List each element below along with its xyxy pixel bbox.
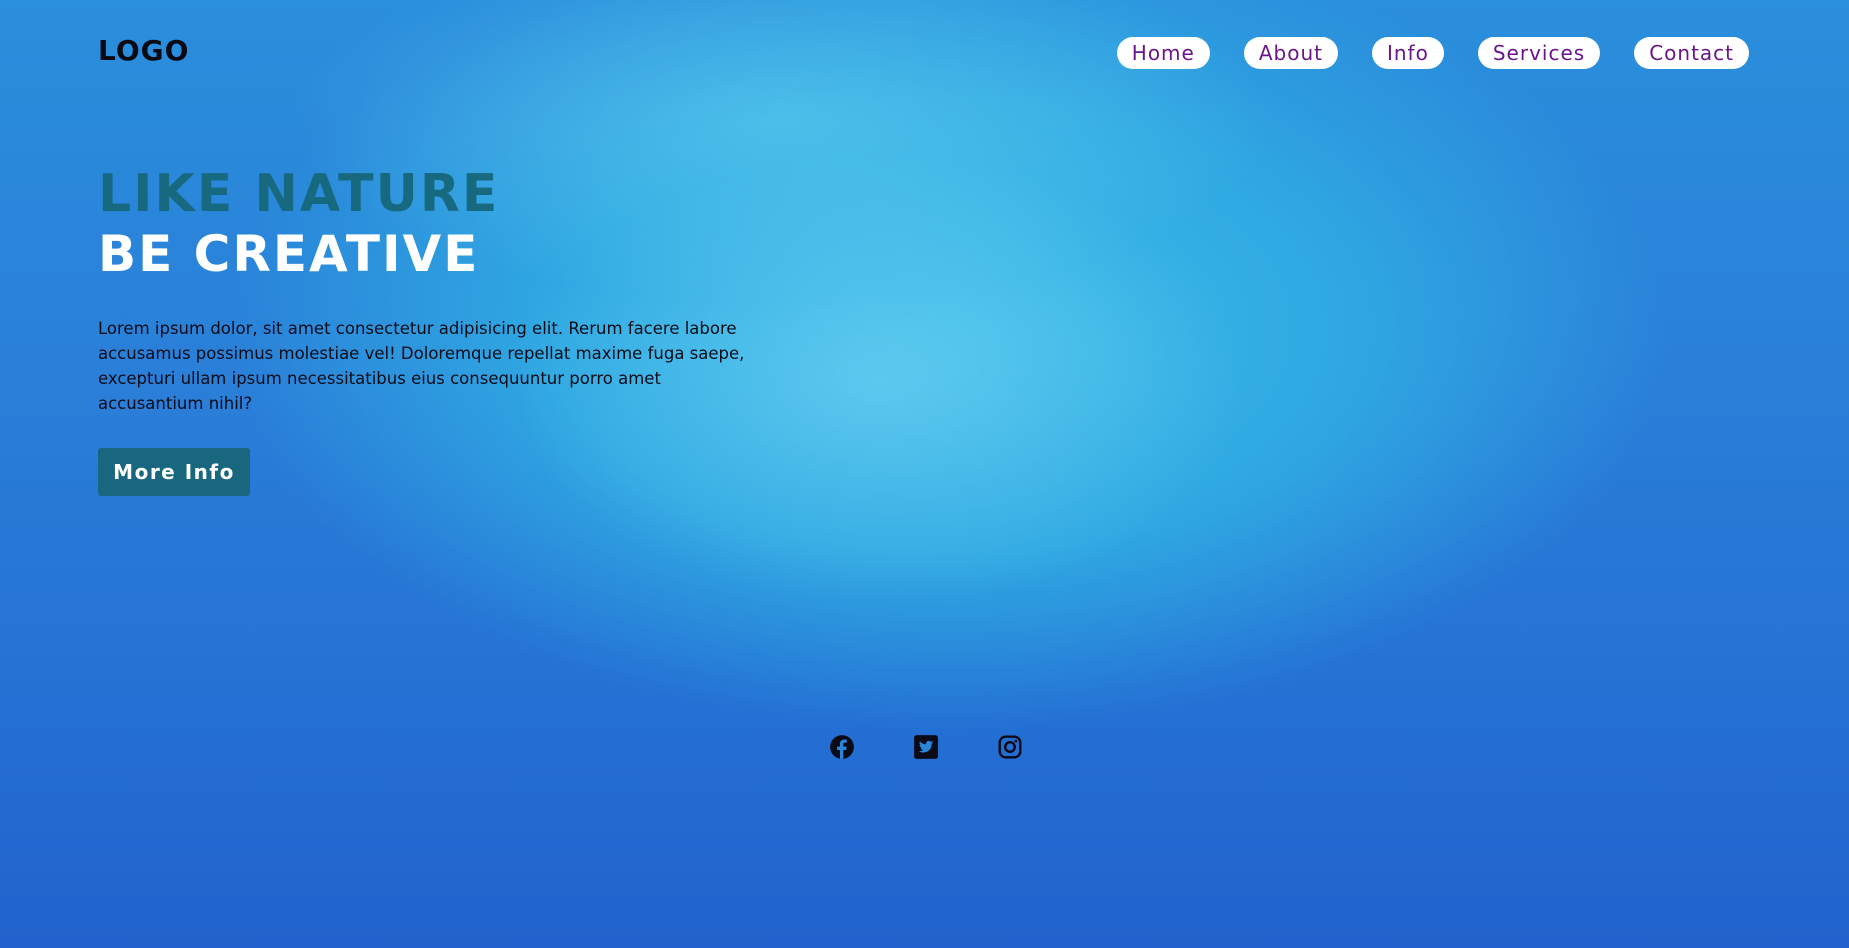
facebook-icon[interactable] — [829, 734, 855, 760]
nav-link-home[interactable]: Home — [1116, 37, 1210, 69]
main-nav: Home About Info Services Contact — [1116, 37, 1749, 69]
twitter-icon[interactable] — [913, 734, 939, 760]
nav-link-about[interactable]: About — [1243, 37, 1338, 69]
hero-section: LIKE NATURE BE CREATIVE Lorem ipsum dolo… — [98, 164, 758, 433]
hero-title-line1: LIKE NATURE — [98, 164, 500, 224]
hero-title-line2: BE CREATIVE — [98, 225, 480, 283]
nav-link-info[interactable]: Info — [1371, 37, 1444, 69]
social-links — [829, 734, 1023, 760]
nav-link-contact[interactable]: Contact — [1634, 37, 1749, 69]
logo[interactable]: LOGO — [98, 34, 189, 67]
site-header: LOGO Home About Info Services Contact — [0, 0, 1849, 106]
more-info-button[interactable]: More Info — [98, 448, 250, 496]
hero-description: Lorem ipsum dolor, sit amet consectetur … — [98, 319, 745, 413]
nav-link-services[interactable]: Services — [1477, 37, 1601, 69]
instagram-icon[interactable] — [997, 734, 1023, 760]
